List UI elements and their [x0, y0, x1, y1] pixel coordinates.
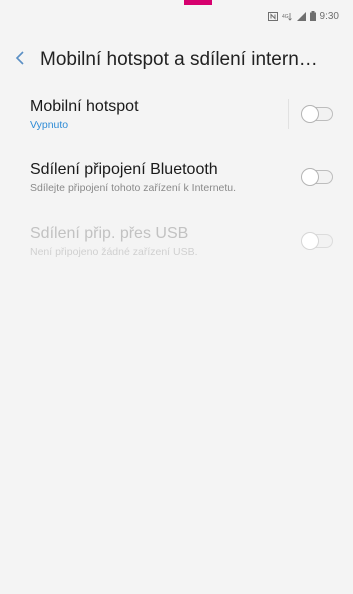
setting-title: Mobilní hotspot [30, 97, 139, 115]
setting-description: Sdílejte připojení tohoto zařízení k Int… [30, 181, 237, 194]
setting-row-usb-tethering: Sdílení přip. přes USB Není připojeno žá… [0, 212, 353, 270]
nfc-icon [267, 11, 278, 21]
battery-icon [309, 11, 316, 21]
signal-icon [296, 11, 306, 21]
bluetooth-tethering-toggle[interactable] [301, 167, 333, 186]
mobile-hotspot-toggle[interactable] [301, 104, 333, 123]
svg-text:4G: 4G [282, 14, 289, 20]
setting-texts: Sdílení přip. přes USB Není připojeno žá… [30, 224, 303, 259]
settings-list: Mobilní hotspot Vypnuto Sdílení připojen… [0, 86, 353, 270]
setting-row-mobile-hotspot[interactable]: Mobilní hotspot Vypnuto [0, 86, 353, 142]
network-type-icon: 4G [282, 12, 293, 21]
setting-status: Vypnuto [30, 118, 69, 131]
toggle-knob [301, 167, 319, 186]
setting-row-bluetooth-tethering[interactable]: Sdílení připojení Bluetooth Sdílejte při… [0, 142, 353, 212]
row-divider [288, 99, 289, 129]
screen: 4G 9:30 Mobilní hotspot a sdílení intern… [0, 0, 353, 594]
chevron-left-icon [15, 50, 25, 70]
header: Mobilní hotspot a sdílení intern… [0, 38, 353, 82]
setting-texts: Sdílení připojení Bluetooth Sdílejte při… [30, 160, 303, 195]
setting-description: Není připojeno žádné zařízení USB. [30, 245, 198, 258]
setting-texts: Mobilní hotspot Vypnuto [30, 97, 288, 132]
toggle-knob [301, 104, 319, 123]
setting-title: Sdílení připojení Bluetooth [30, 160, 218, 178]
back-button[interactable] [0, 38, 40, 82]
status-bar: 4G 9:30 [0, 0, 353, 32]
usb-tethering-toggle [301, 231, 333, 250]
toggle-knob [301, 231, 319, 250]
status-time: 9:30 [319, 10, 339, 22]
setting-title: Sdílení přip. přes USB [30, 224, 189, 242]
page-title: Mobilní hotspot a sdílení intern… [40, 49, 318, 70]
